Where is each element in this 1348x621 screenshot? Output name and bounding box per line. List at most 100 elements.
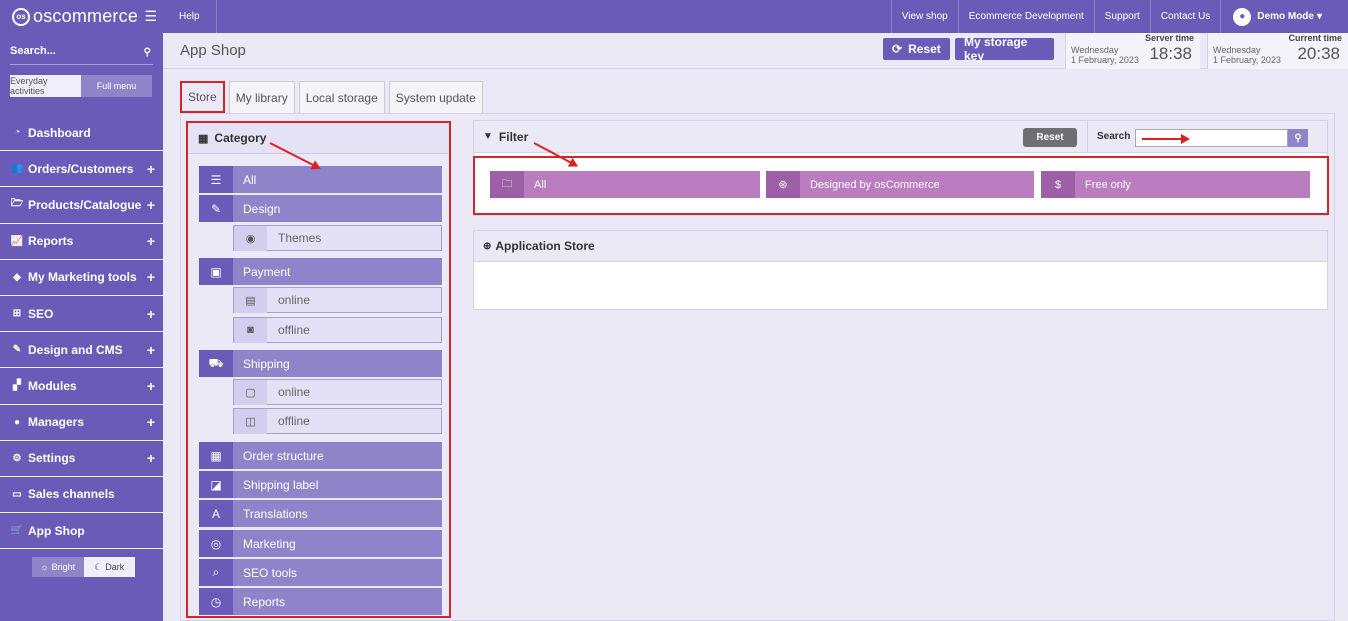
page-header: App Shop ⟳ Reset My storage key Server t… xyxy=(163,33,1348,69)
category-item-label: All xyxy=(243,172,257,187)
chart-icon: 📈 xyxy=(10,235,24,247)
category-item-offline[interactable]: ◫ offline xyxy=(233,408,442,434)
search-button[interactable]: ⚲ xyxy=(1288,129,1308,147)
expand-plus-icon[interactable]: + xyxy=(147,342,155,358)
annotation-arrow xyxy=(1142,134,1190,144)
expand-plus-icon[interactable]: + xyxy=(147,378,155,394)
expand-plus-icon[interactable]: + xyxy=(147,306,155,322)
target-icon: ◎ xyxy=(199,530,233,557)
sidebar-item-managers[interactable]: ● Managers + xyxy=(0,405,163,441)
contact-us-link[interactable]: Contact Us xyxy=(1149,0,1220,33)
sidebar-item-label: Dashboard xyxy=(28,125,91,140)
category-item-label: offline xyxy=(278,414,310,428)
category-item-marketing[interactable]: ◎ Marketing xyxy=(199,530,442,557)
sidebar-item-sales-channels[interactable]: ▭ Sales channels xyxy=(0,477,163,514)
sidebar-item-label: Managers xyxy=(28,415,85,430)
moon-icon: ☾ xyxy=(94,561,103,572)
demo-mode-label: Demo Mode xyxy=(1257,11,1314,22)
category-item-label: online xyxy=(278,293,311,307)
filter-reset-button[interactable]: Reset xyxy=(1023,128,1077,147)
application-store-header[interactable]: ⊕ Application Store xyxy=(474,231,1327,262)
bright-theme-button[interactable]: ☼ Bright xyxy=(32,557,84,577)
sidebar-item-reports[interactable]: 📈 Reports + xyxy=(0,224,163,260)
sidebar-search[interactable]: Search... ⚲ xyxy=(10,41,153,65)
tab-my-library[interactable]: My library xyxy=(228,81,295,113)
category-item-shipping-label[interactable]: ◪ Shipping label xyxy=(199,471,442,498)
application-store-panel: ⊕ Application Store xyxy=(473,230,1328,310)
server-time-label: Server time xyxy=(1144,33,1194,43)
category-item-all[interactable]: ☰ All xyxy=(199,166,442,193)
expand-plus-icon[interactable]: + xyxy=(147,233,155,249)
tab-system-update[interactable]: System update xyxy=(388,81,483,113)
demo-mode-menu[interactable]: ● Demo Mode ▾ xyxy=(1220,0,1348,33)
category-item-offline[interactable]: ◙ offline xyxy=(233,317,442,343)
sidebar-item-design-and-cms[interactable]: ✎ Design and CMS + xyxy=(0,332,163,369)
tab-local-storage[interactable]: Local storage xyxy=(298,81,385,113)
user-icon: ● xyxy=(13,416,21,428)
dark-theme-button[interactable]: ☾ Dark xyxy=(83,557,135,577)
circles-icon: ⊛ xyxy=(766,171,800,198)
expand-plus-icon[interactable]: + xyxy=(147,161,155,177)
sidebar-item-orders-customers[interactable]: 👥 Orders/Customers + xyxy=(0,151,163,188)
category-title: Category xyxy=(214,131,267,145)
logo[interactable]: os oscommerce ☰ xyxy=(0,0,163,33)
logo-text: oscommerce xyxy=(33,6,139,26)
cash-icon: ◙ xyxy=(234,317,267,343)
storage-key-button[interactable]: My storage key xyxy=(955,35,1054,63)
theme-toggle: ☼ Bright ☾ Dark xyxy=(32,557,135,577)
sidebar-item-modules[interactable]: ▞ Modules + xyxy=(0,368,163,405)
ecommerce-development-link[interactable]: Ecommerce Development xyxy=(957,0,1094,33)
category-item-translations[interactable]: A Translations xyxy=(199,500,442,527)
server-time-value: 18:38 xyxy=(1149,44,1192,63)
report-icon: ◷ xyxy=(199,588,233,615)
order-structure-icon: ▦ xyxy=(199,442,233,469)
category-item-shipping[interactable]: ⛟ Shipping xyxy=(199,350,442,377)
puzzle-icon: ▞ xyxy=(13,380,21,392)
category-item-payment[interactable]: ▣ Payment xyxy=(199,258,442,285)
category-item-order-structure[interactable]: ▦ Order structure xyxy=(199,442,442,469)
sidebar-item-dashboard[interactable]: ◔ Dashboard xyxy=(0,115,163,152)
cart-icon: 🛒 xyxy=(10,525,24,537)
view-shop-link[interactable]: View shop xyxy=(890,0,958,33)
sidebar-item-seo[interactable]: ⊞ SEO + xyxy=(0,296,163,333)
filter-free-label: Free only xyxy=(1085,178,1131,191)
category-item-seo-tools[interactable]: ⌕ SEO tools xyxy=(199,559,442,586)
sidebar-item-products-catalogue[interactable]: 🗁 Products/Catalogue + xyxy=(0,187,163,224)
everyday-activities-button[interactable]: Everyday activities xyxy=(10,75,81,97)
sidebar-item-settings[interactable]: ⚙ Settings + xyxy=(0,441,163,477)
search-icon[interactable]: ⚲ xyxy=(144,47,151,58)
filter-designed-button[interactable]: ⊛ Designed by osCommerce xyxy=(766,171,1034,198)
full-menu-button[interactable]: Full menu xyxy=(81,75,152,97)
category-item-label: Translations xyxy=(243,506,308,521)
sidebar-item-my-marketing-tools[interactable]: ◈ My Marketing tools + xyxy=(0,260,163,296)
sidebar-item-label: App Shop xyxy=(28,523,85,538)
expand-plus-icon[interactable]: + xyxy=(147,269,155,285)
user-avatar-icon: ● xyxy=(1233,7,1252,26)
expand-plus-icon[interactable]: + xyxy=(147,450,155,466)
filter-free-button[interactable]: $ Free only xyxy=(1041,171,1310,198)
translate-icon: A xyxy=(199,500,233,527)
category-item-themes[interactable]: ◉ Themes xyxy=(233,225,442,251)
sitemap-icon: ⊞ xyxy=(12,308,22,320)
expand-plus-icon[interactable]: + xyxy=(147,414,155,430)
sidebar-item-label: Sales channels xyxy=(28,487,115,502)
category-item-online[interactable]: ▤ online xyxy=(233,287,442,313)
tab-store[interactable]: Store xyxy=(180,81,225,113)
expand-plus-icon[interactable]: + xyxy=(147,197,155,213)
filter-header: ▼ Filter Reset Search ⚲ xyxy=(474,121,1327,153)
reset-button[interactable]: ⟳ Reset xyxy=(883,38,950,60)
refresh-icon: ⟳ xyxy=(892,42,903,56)
category-item-reports[interactable]: ◷ Reports xyxy=(199,588,442,615)
menu-mode-toggle: Everyday activities Full menu xyxy=(10,75,152,97)
hamburger-icon[interactable]: ☰ xyxy=(144,8,157,25)
category-item-online[interactable]: ▢ online xyxy=(233,379,442,405)
seo-search-icon: ⌕ xyxy=(199,559,233,586)
filter-all-button[interactable]: 🗀 All xyxy=(490,171,760,198)
sidebar-item-app-shop[interactable]: 🛒 App Shop xyxy=(0,513,163,550)
help-link[interactable]: Help xyxy=(163,0,217,33)
category-item-design[interactable]: ✎ Design xyxy=(199,195,442,222)
current-time-day: Wednesday xyxy=(1213,45,1261,55)
eye-icon: ◉ xyxy=(234,225,267,251)
support-link[interactable]: Support xyxy=(1093,0,1150,33)
folder-open-icon: 🗀 xyxy=(490,171,524,198)
